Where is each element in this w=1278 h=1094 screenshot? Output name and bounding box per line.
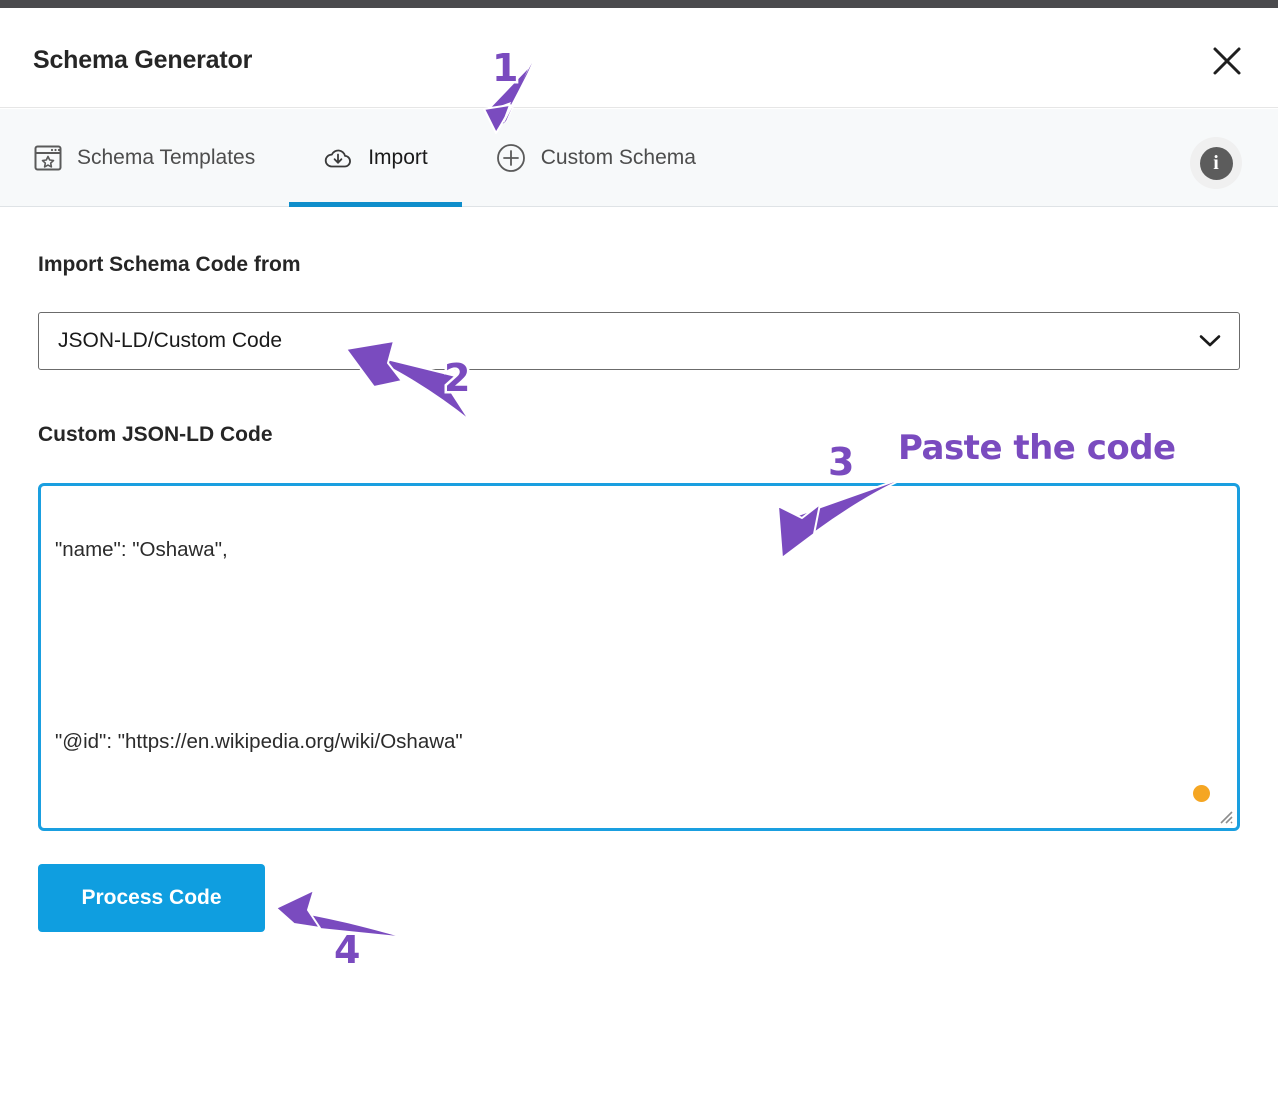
annotation-step-4: 4 — [331, 926, 363, 975]
plus-circle-icon — [496, 143, 526, 173]
info-icon: i — [1199, 146, 1233, 180]
code-line: "name": "Oshawa", — [55, 538, 228, 561]
custom-jsonld-textarea[interactable]: "name": "Oshawa", "@id": "https://en.wik… — [38, 483, 1240, 831]
status-dot — [1193, 785, 1210, 802]
browser-star-icon — [34, 145, 62, 171]
custom-code-label: Custom JSON-LD Code — [38, 423, 273, 446]
tab-label: Custom Schema — [540, 146, 696, 169]
code-line: "@id": "https://en.wikipedia.org/wiki/Os… — [55, 730, 463, 753]
annotation-arrow-4 — [275, 889, 409, 939]
annotation-step-3: 3 — [825, 438, 857, 487]
chevron-down-icon — [1199, 334, 1221, 348]
tab-import[interactable]: Import — [289, 109, 462, 207]
resize-grip-icon[interactable] — [1216, 807, 1234, 825]
browser-top-strip — [0, 0, 1278, 8]
tab-bar: Schema Templates Import Custom Schema i — [0, 109, 1278, 207]
page-title: Schema Generator — [33, 46, 253, 74]
close-icon[interactable] — [1210, 44, 1244, 78]
tab-custom-schema[interactable]: Custom Schema — [462, 109, 730, 207]
tab-underline — [289, 202, 462, 207]
info-button[interactable]: i — [1190, 137, 1242, 189]
cloud-download-icon — [323, 145, 353, 171]
tab-label: Import — [368, 146, 428, 169]
import-source-select[interactable]: JSON-LD/Custom Code — [38, 312, 1240, 370]
schema-generator-modal: Schema Generator Schema Templates Import… — [0, 0, 1278, 1094]
tab-label: Schema Templates — [77, 146, 256, 169]
import-source-value: JSON-LD/Custom Code — [58, 329, 283, 352]
custom-jsonld-content: "name": "Oshawa", "@id": "https://en.wik… — [55, 486, 1225, 828]
import-source-label: Import Schema Code from — [38, 253, 301, 276]
tab-list: Schema Templates Import Custom Schema — [0, 109, 730, 207]
modal-header: Schema Generator — [0, 8, 1278, 108]
process-code-button[interactable]: Process Code — [38, 864, 265, 932]
annotation-paste-label: Paste the code — [898, 428, 1176, 468]
tab-schema-templates[interactable]: Schema Templates — [0, 109, 289, 207]
